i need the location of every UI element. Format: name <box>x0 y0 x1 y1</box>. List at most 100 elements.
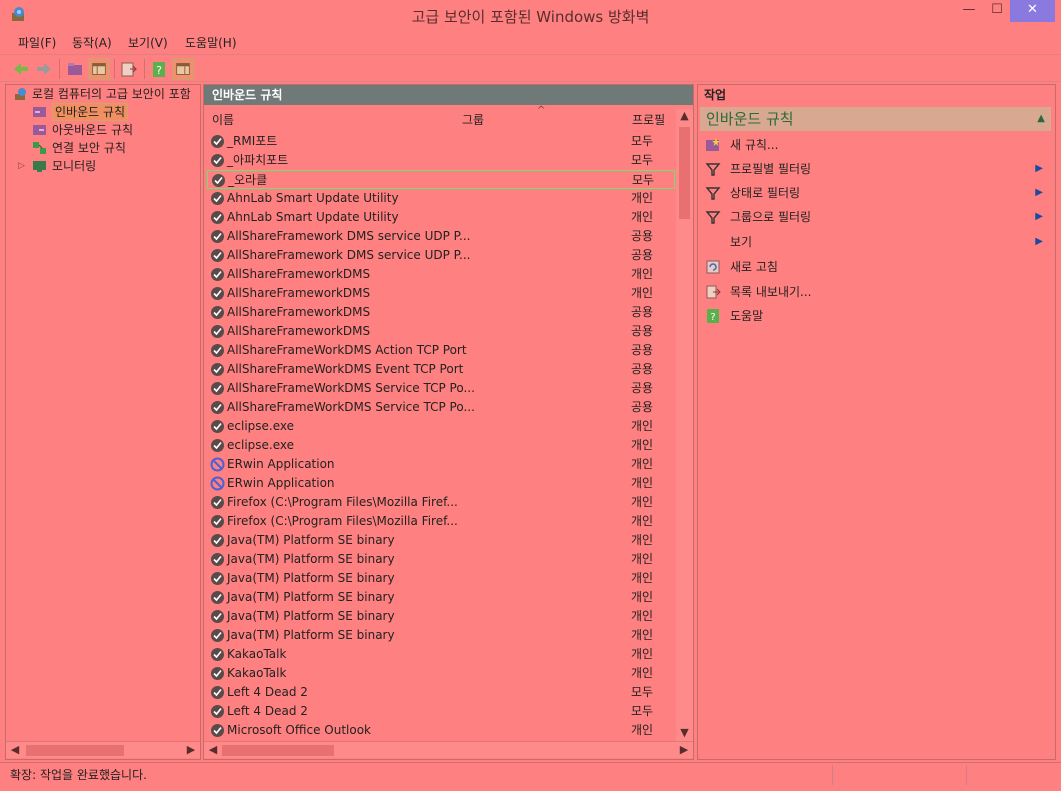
rule-profile: 공용 <box>631 305 654 319</box>
expand-arrow-icon[interactable]: ▷ <box>18 157 25 175</box>
allow-rule-icon <box>211 420 224 433</box>
action-filter-by-profile[interactable]: 프로필별 필터링 ▶ <box>698 157 1053 181</box>
scroll-left-icon[interactable]: ◀ <box>8 742 22 758</box>
rule-row[interactable]: _아파치포트 모두 <box>207 151 675 170</box>
rule-row[interactable]: _RMI포트 모두 <box>207 132 675 151</box>
rule-row[interactable]: ERwin Application 개인 <box>207 455 675 474</box>
rule-name: AllShareFrameWorkDMS Service TCP Po... <box>227 381 475 395</box>
rule-row[interactable]: AhnLab Smart Update Utility 개인 <box>207 189 675 208</box>
rule-row[interactable]: AllShareFrameWorkDMS Service TCP Po... 공용 <box>207 379 675 398</box>
rule-row[interactable]: ERwin Application 개인 <box>207 474 675 493</box>
rule-row[interactable]: eclipse.exe 개인 <box>207 436 675 455</box>
menu-action[interactable]: 동작(A) <box>72 34 112 51</box>
rule-row[interactable]: AllShareFrameWorkDMS Action TCP Port 공용 <box>207 341 675 360</box>
scroll-up-icon[interactable]: ▲ <box>676 109 693 122</box>
rule-row[interactable]: AllShareFrameworkDMS 개인 <box>207 265 675 284</box>
rules-horizontal-scrollbar[interactable]: ◀ ▶ <box>204 741 693 758</box>
filter-icon <box>705 187 721 200</box>
export-list-icon[interactable] <box>118 58 140 80</box>
scroll-right-icon[interactable]: ▶ <box>184 742 198 758</box>
column-header-group[interactable]: 그룹 <box>462 111 484 129</box>
rule-row[interactable]: Java(TM) Platform SE binary 개인 <box>207 569 675 588</box>
help-icon: ? <box>707 309 719 323</box>
column-header-profile[interactable]: 프로필 <box>632 111 665 129</box>
rule-row[interactable]: KakaoTalk 개인 <box>207 664 675 683</box>
action-refresh[interactable]: 새로 고침 <box>698 255 1053 279</box>
rule-row[interactable]: AllShareFrameWorkDMS Event TCP Port 공용 <box>207 360 675 379</box>
folder-up-icon[interactable] <box>64 58 86 80</box>
action-filter-by-state[interactable]: 상태로 필터링 ▶ <box>698 181 1053 205</box>
rule-row[interactable]: AllShareFramework DMS service UDP P... 공용 <box>207 227 675 246</box>
rule-row[interactable]: Left 4 Dead 2 모두 <box>207 683 675 702</box>
rule-profile: 개인 <box>631 210 654 224</box>
menu-view[interactable]: 보기(V) <box>128 34 168 51</box>
column-divider[interactable] <box>628 109 629 131</box>
rule-row[interactable]: AllShareFrameworkDMS 공용 <box>207 322 675 341</box>
forward-arrow-icon[interactable] <box>33 58 55 80</box>
menu-file[interactable]: 파일(F) <box>18 34 56 51</box>
scrollbar-thumb[interactable] <box>26 745 124 756</box>
collapse-icon[interactable]: ▲ <box>1037 107 1045 131</box>
allow-rule-icon <box>211 211 224 224</box>
actions-group-inbound-rules[interactable]: 인바운드 규칙 ▲ <box>700 107 1051 131</box>
rule-profile: 공용 <box>631 229 654 243</box>
scrollbar-thumb[interactable] <box>679 127 690 219</box>
column-header-name[interactable]: 이름 <box>212 111 234 129</box>
rule-row[interactable]: Java(TM) Platform SE binary 개인 <box>207 607 675 626</box>
action-filter-by-group[interactable]: 그룹으로 필터링 ▶ <box>698 205 1053 229</box>
allow-rule-icon <box>211 648 224 661</box>
export-icon <box>706 285 721 299</box>
rule-row[interactable]: AllShareFrameworkDMS 공용 <box>207 303 675 322</box>
svg-text:?: ? <box>710 312 715 323</box>
allow-rule-icon <box>211 629 224 642</box>
menu-help[interactable]: 도움말(H) <box>185 34 237 51</box>
rule-row[interactable]: KakaoTalk 개인 <box>207 645 675 664</box>
rule-row[interactable]: _오라클 모두 <box>207 170 675 189</box>
rule-row[interactable]: Java(TM) Platform SE binary 개인 <box>207 588 675 607</box>
rule-row[interactable]: Left 4 Dead 2 모두 <box>207 702 675 721</box>
rule-row[interactable]: Java(TM) Platform SE binary 개인 <box>207 550 675 569</box>
rule-row[interactable]: Firefox (C:\Program Files\Mozilla Firef.… <box>207 512 675 531</box>
rule-row[interactable]: AllShareFramework DMS service UDP P... 공용 <box>207 246 675 265</box>
scroll-down-icon[interactable]: ▼ <box>676 726 693 739</box>
back-arrow-icon[interactable] <box>10 58 32 80</box>
column-divider[interactable] <box>458 109 459 131</box>
scroll-right-icon[interactable]: ▶ <box>677 742 691 758</box>
maximize-button[interactable]: ☐ <box>984 0 1010 22</box>
allow-rule-icon <box>211 382 224 395</box>
close-button[interactable]: ✕ <box>1010 0 1055 22</box>
rule-row[interactable]: Java(TM) Platform SE binary 개인 <box>207 531 675 550</box>
rules-vertical-scrollbar[interactable]: ▲ ▼ <box>676 109 693 741</box>
allow-rule-icon <box>211 325 224 338</box>
minimize-button[interactable]: — <box>956 0 982 22</box>
rule-row[interactable]: Java(TM) Platform SE binary 개인 <box>207 626 675 645</box>
rule-row[interactable]: AllShareFrameWorkDMS Service TCP Po... 공용 <box>207 398 675 417</box>
rule-name: AllShareFrameWorkDMS Service TCP Po... <box>227 400 475 414</box>
scroll-left-icon[interactable]: ◀ <box>206 742 220 758</box>
show-hide-console-tree-icon[interactable] <box>88 58 110 80</box>
action-label: 상태로 필터링 <box>730 186 801 200</box>
rule-row[interactable]: AhnLab Smart Update Utility 개인 <box>207 208 675 227</box>
tree-horizontal-scrollbar[interactable]: ◀ ▶ <box>6 741 200 758</box>
rule-row[interactable]: AllShareFrameworkDMS 개인 <box>207 284 675 303</box>
new-rule-icon <box>706 138 720 151</box>
rule-row[interactable]: Firefox (C:\Program Files\Mozilla Firef.… <box>207 493 675 512</box>
rule-profile: 모두 <box>632 173 655 187</box>
rule-row[interactable]: eclipse.exe 개인 <box>207 417 675 436</box>
show-hide-action-pane-icon[interactable] <box>172 58 194 80</box>
rule-name: AllShareFrameworkDMS <box>227 286 371 300</box>
rule-profile: 개인 <box>631 191 654 205</box>
action-view[interactable]: 보기 ▶ <box>698 230 1053 254</box>
action-new-rule[interactable]: 새 규칙... <box>698 133 1053 157</box>
scrollbar-thumb[interactable] <box>222 745 334 756</box>
allow-rule-icon <box>211 496 224 509</box>
allow-rule-icon <box>211 306 224 319</box>
filter-icon <box>705 163 721 176</box>
allow-rule-icon <box>211 268 224 281</box>
action-export-list[interactable]: 목록 내보내기... <box>698 280 1053 304</box>
action-help[interactable]: ? 도움말 <box>698 304 1053 328</box>
action-label: 새로 고침 <box>730 260 778 274</box>
help-icon[interactable]: ? <box>148 58 170 80</box>
allow-rule-icon <box>211 439 224 452</box>
rule-row[interactable]: Microsoft Office Outlook 개인 <box>207 721 675 740</box>
